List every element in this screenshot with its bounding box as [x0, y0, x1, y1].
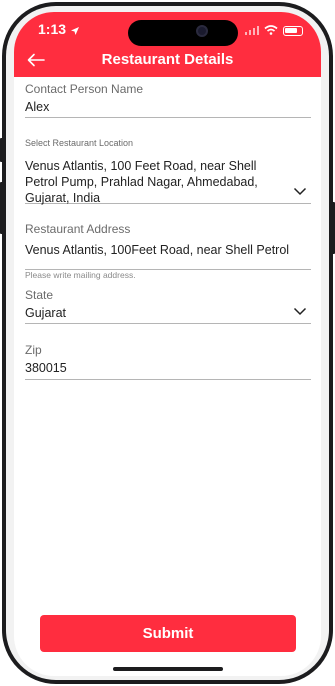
location-arrow-icon [70, 23, 80, 41]
zip-label: Zip [25, 343, 42, 357]
zip-field[interactable]: Zip 380015 [25, 343, 311, 380]
restaurant-address-field[interactable]: Restaurant Address Venus Atlantis, 100Fe… [25, 222, 311, 270]
contact-person-input[interactable]: Alex [25, 99, 311, 115]
submit-button[interactable]: Submit [40, 615, 296, 652]
home-indicator [113, 667, 223, 671]
status-icons [245, 22, 303, 40]
contact-person-label: Contact Person Name [25, 82, 144, 96]
restaurant-location-select[interactable]: Select Restaurant Location Venus Atlanti… [25, 138, 311, 205]
chevron-down-icon[interactable] [293, 303, 307, 321]
chevron-down-icon[interactable] [293, 183, 307, 201]
zip-input[interactable]: 380015 [25, 360, 311, 376]
side-button-left-1 [0, 138, 3, 162]
state-label: State [25, 288, 54, 302]
contact-person-field[interactable]: Contact Person Name Alex [25, 82, 311, 118]
page-title: Restaurant Details [101, 51, 234, 68]
status-time: 1:13 [38, 21, 67, 37]
address-hint: Please write mailing address. [25, 270, 136, 280]
side-button-left-2 [0, 182, 3, 234]
state-value: Gujarat [25, 306, 66, 320]
restaurant-address-label: Restaurant Address [25, 222, 131, 236]
restaurant-address-clip: Venus Atlantis, 100Feet Road, near Shell… [25, 236, 311, 260]
state-select[interactable]: State Gujarat [25, 288, 311, 324]
restaurant-location-value: Venus Atlantis, 100 Feet Road, near Shel… [25, 159, 258, 205]
camera-dot [196, 25, 208, 37]
app-screen: 1:13 Restaurant Details Contact Person N… [14, 12, 321, 676]
app-header: 1:13 Restaurant Details [14, 12, 321, 77]
signal-icon [245, 22, 259, 40]
restaurant-address-input[interactable]: Venus Atlantis, 100Feet Road, near Shell… [25, 242, 311, 260]
restaurant-location-label: Select Restaurant Location [25, 138, 134, 148]
battery-icon [283, 26, 303, 36]
wifi-icon [264, 22, 278, 40]
dynamic-island [128, 20, 238, 46]
